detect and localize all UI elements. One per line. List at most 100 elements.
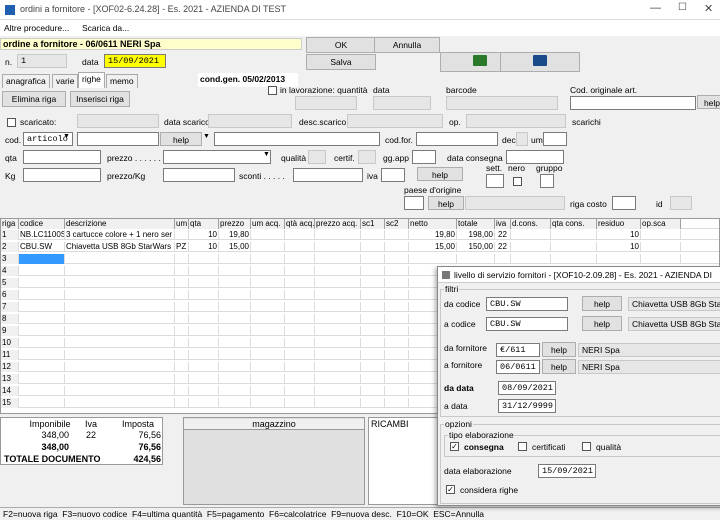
table-cell[interactable]: 19,80 — [409, 230, 457, 240]
table-cell[interactable]: 7 — [1, 302, 19, 312]
data-consegna-field[interactable] — [506, 150, 564, 164]
table-cell[interactable] — [219, 386, 251, 396]
table-cell[interactable] — [285, 302, 315, 312]
table-cell[interactable] — [175, 326, 189, 336]
considera-righe-checkbox[interactable]: ✓ — [446, 485, 455, 494]
table-cell[interactable] — [65, 254, 175, 264]
table-cell[interactable] — [285, 350, 315, 360]
prezzo-field[interactable] — [163, 150, 271, 164]
table-cell[interactable] — [251, 242, 285, 252]
table-cell[interactable] — [251, 326, 285, 336]
certif-field[interactable] — [358, 150, 376, 164]
elimina-riga-button[interactable]: Elimina riga — [2, 91, 66, 107]
table-cell[interactable] — [219, 254, 251, 264]
table-row[interactable]: 1 NB.LC1100S 3 cartucce colore + 1 nero se… — [1, 230, 719, 240]
salva-button[interactable]: Salva — [306, 54, 376, 70]
table-cell[interactable] — [219, 362, 251, 372]
table-cell[interactable] — [19, 362, 65, 372]
table-cell[interactable] — [641, 254, 681, 264]
table-cell[interactable] — [19, 302, 65, 312]
barcode-field[interactable] — [446, 96, 558, 110]
table-cell[interactable] — [251, 362, 285, 372]
table-cell[interactable] — [457, 254, 495, 264]
data-scarico-field[interactable] — [208, 114, 292, 128]
table-cell[interactable] — [19, 314, 65, 324]
table-cell[interactable]: 15,00 — [409, 242, 457, 252]
table-cell[interactable] — [597, 254, 641, 264]
table-cell[interactable] — [385, 398, 409, 408]
close-icon[interactable]: ✕ — [704, 2, 713, 15]
da-codice-help-button[interactable]: help — [582, 296, 622, 311]
table-cell[interactable]: Chiavetta USB 8Gb StarWars — [65, 242, 175, 252]
cod-desc-field[interactable] — [214, 132, 380, 146]
table-cell[interactable] — [285, 242, 315, 252]
table-cell[interactable] — [189, 254, 219, 264]
table-cell[interactable] — [315, 374, 361, 384]
table-cell[interactable] — [175, 266, 189, 276]
table-cell[interactable] — [251, 374, 285, 384]
table-cell[interactable] — [219, 278, 251, 288]
table-cell[interactable] — [219, 350, 251, 360]
a-data-field[interactable]: 31/12/9999 — [498, 399, 556, 413]
table-cell[interactable] — [19, 338, 65, 348]
ok-button[interactable]: OK — [306, 37, 376, 53]
in-lavorazione-checkbox[interactable] — [268, 86, 277, 95]
table-cell[interactable] — [251, 278, 285, 288]
n-field[interactable]: 1 — [17, 54, 67, 68]
paese-desc-field[interactable] — [465, 196, 565, 210]
table-cell[interactable] — [175, 338, 189, 348]
table-cell[interactable] — [285, 386, 315, 396]
iva-help-button[interactable]: help — [417, 167, 463, 181]
cod-originale-help-button[interactable]: help — [697, 95, 720, 109]
sconti-field[interactable] — [293, 168, 363, 182]
table-cell[interactable] — [361, 278, 385, 288]
menu-item-altre-procedure[interactable]: Altre procedure... — [4, 23, 69, 33]
um-field[interactable] — [543, 132, 567, 146]
table-cell[interactable] — [511, 254, 551, 264]
table-cell[interactable] — [189, 398, 219, 408]
tab-anagrafica[interactable]: anagrafica — [2, 74, 50, 88]
table-cell[interactable] — [219, 302, 251, 312]
table-cell[interactable]: 12 — [1, 362, 19, 372]
table-cell[interactable]: NB.LC1100S — [19, 230, 65, 240]
table-cell[interactable] — [361, 242, 385, 252]
scaricato-checkbox[interactable] — [7, 118, 16, 127]
table-cell[interactable]: CBU.SW — [19, 242, 65, 252]
table-cell[interactable] — [175, 350, 189, 360]
annulla-button[interactable]: Annulla — [374, 37, 440, 53]
table-cell[interactable] — [361, 230, 385, 240]
table-cell[interactable] — [385, 302, 409, 312]
table-cell[interactable] — [361, 350, 385, 360]
table-cell[interactable] — [511, 242, 551, 252]
table-cell[interactable] — [385, 350, 409, 360]
table-cell[interactable] — [385, 374, 409, 384]
tab-varie[interactable]: varie — [52, 74, 79, 88]
da-fornitore-field[interactable]: €/611 — [496, 343, 540, 357]
table-cell[interactable] — [65, 326, 175, 336]
table-cell[interactable] — [385, 266, 409, 276]
table-cell[interactable] — [251, 350, 285, 360]
table-cell[interactable] — [251, 266, 285, 276]
table-cell[interactable] — [189, 314, 219, 324]
table-cell[interactable] — [315, 362, 361, 372]
table-cell[interactable] — [315, 338, 361, 348]
table-cell[interactable] — [251, 254, 285, 264]
paese-code-field[interactable] — [404, 196, 424, 210]
table-cell[interactable] — [189, 266, 219, 276]
table-cell[interactable] — [315, 242, 361, 252]
table-cell[interactable] — [315, 266, 361, 276]
table-cell[interactable]: 22 — [495, 242, 511, 252]
table-cell[interactable]: 9 — [1, 326, 19, 336]
table-cell[interactable]: 13 — [1, 374, 19, 384]
table-cell[interactable] — [19, 326, 65, 336]
table-cell[interactable] — [361, 254, 385, 264]
chevron-down-icon[interactable]: ▼ — [263, 151, 270, 158]
table-cell[interactable] — [409, 254, 457, 264]
table-cell[interactable] — [189, 374, 219, 384]
table-cell[interactable]: 19,80 — [219, 230, 251, 240]
table-cell[interactable]: 198,00 — [457, 230, 495, 240]
cod-originale-field[interactable] — [570, 96, 696, 110]
table-cell[interactable] — [551, 254, 597, 264]
lavorazione-data-field[interactable] — [373, 96, 431, 110]
table-cell[interactable] — [385, 254, 409, 264]
